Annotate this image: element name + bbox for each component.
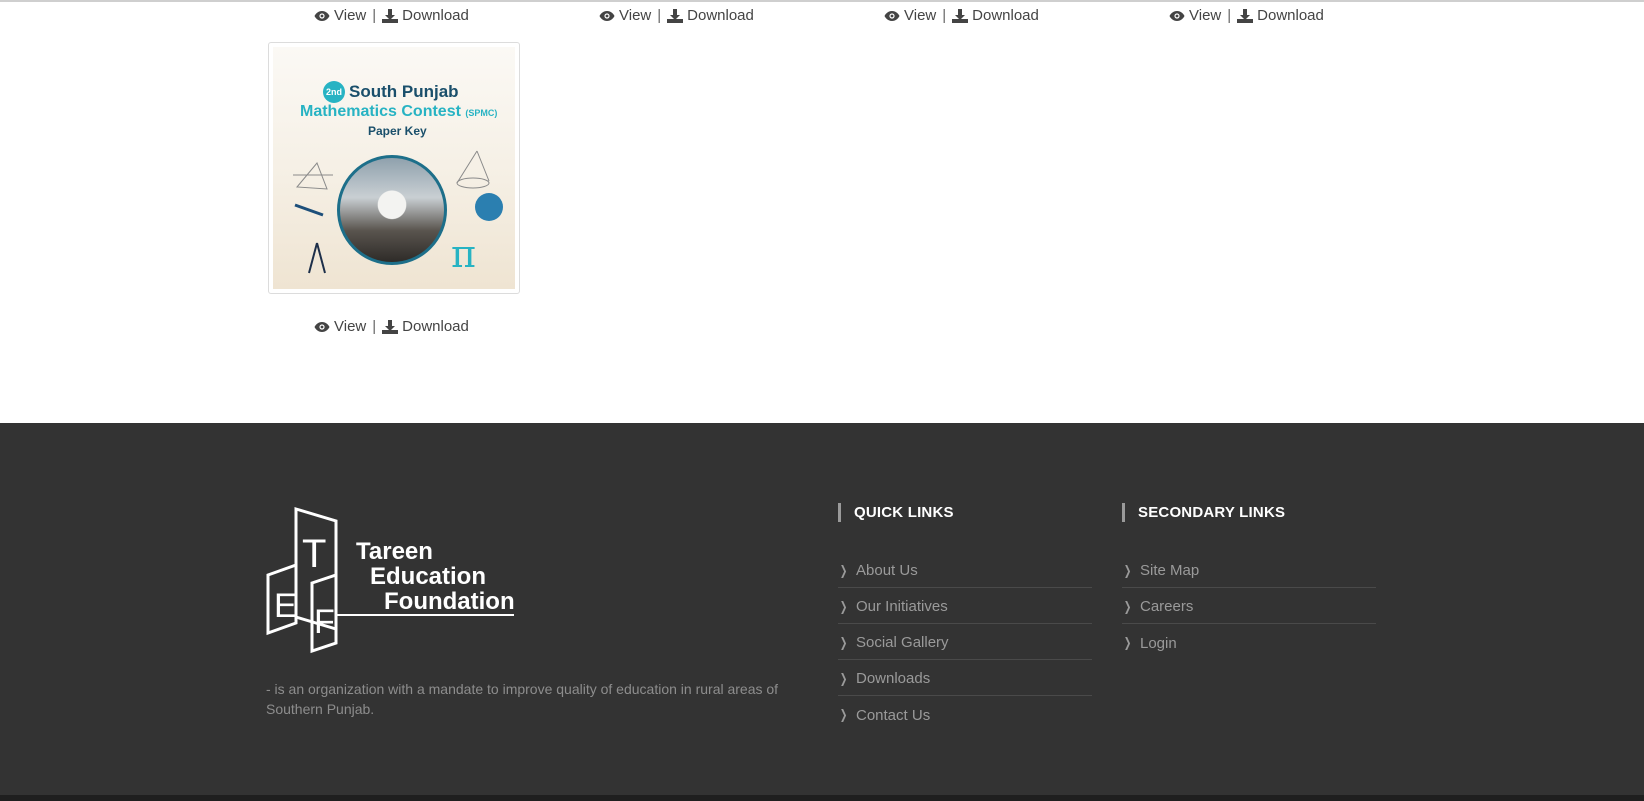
download-icon bbox=[952, 8, 969, 23]
view-link[interactable]: View bbox=[1169, 7, 1221, 24]
footer-tagline: - is an organization with a mandate to i… bbox=[266, 681, 779, 717]
document-cover-image: 2nd South Punjab Mathematics Contest (SP… bbox=[273, 47, 515, 289]
svg-text:E: E bbox=[274, 587, 297, 625]
footer-link-site-map[interactable]: ❯ Site Map bbox=[1122, 552, 1376, 588]
geometry-sketch-icon bbox=[293, 162, 333, 190]
secondary-links-title: SECONDARY LINKS bbox=[1122, 503, 1285, 522]
quick-links-list: ❯ About Us ❯ Our Initiatives ❯ Social Galle… bbox=[838, 552, 1092, 732]
download-link[interactable]: Download bbox=[952, 7, 1039, 24]
footer-link-login[interactable]: ❯ Login bbox=[1122, 624, 1376, 660]
view-link[interactable]: View bbox=[884, 7, 936, 24]
chevron-right-icon: ❯ bbox=[839, 634, 848, 650]
item-actions-2: View | Download bbox=[599, 7, 754, 24]
separator: | bbox=[657, 7, 662, 24]
pi-symbol: π bbox=[451, 232, 476, 276]
view-link[interactable]: View bbox=[314, 318, 366, 335]
footer-link-contact-us[interactable]: ❯ Contact Us bbox=[838, 696, 1092, 732]
download-icon bbox=[667, 8, 684, 23]
svg-text:Education: Education bbox=[370, 563, 486, 590]
eye-icon bbox=[1169, 10, 1185, 21]
cone-icon bbox=[456, 150, 490, 189]
cover-subtitle: Paper Key bbox=[368, 124, 427, 138]
footer-link-social-gallery[interactable]: ❯ Social Gallery bbox=[838, 624, 1092, 660]
chevron-right-icon: ❯ bbox=[839, 707, 848, 722]
view-label: View bbox=[619, 7, 652, 24]
download-label: Download bbox=[972, 7, 1039, 24]
view-link[interactable]: View bbox=[599, 7, 651, 24]
item-actions-4: View | Download bbox=[1169, 7, 1324, 24]
footer-bottom-bar bbox=[0, 795, 1644, 801]
download-link[interactable]: Download bbox=[382, 7, 469, 24]
document-thumbnail[interactable]: 2nd South Punjab Mathematics Contest (SP… bbox=[268, 42, 520, 294]
pencil-icon bbox=[294, 203, 324, 217]
separator: | bbox=[372, 318, 377, 335]
download-link[interactable]: Download bbox=[1237, 7, 1324, 24]
pie-chart-icon bbox=[475, 193, 503, 221]
download-link[interactable]: Download bbox=[382, 318, 469, 335]
eye-icon bbox=[599, 10, 615, 21]
download-label: Download bbox=[402, 318, 469, 335]
chevron-right-icon: ❯ bbox=[1123, 562, 1132, 578]
view-link[interactable]: View bbox=[314, 7, 366, 24]
top-divider bbox=[0, 0, 1644, 2]
download-link[interactable]: Download bbox=[667, 7, 754, 24]
edition-badge: 2nd bbox=[323, 81, 345, 103]
foundation-logo: E T F Tareen Education Foundation bbox=[266, 506, 515, 654]
svg-text:T: T bbox=[302, 532, 326, 576]
cover-title-line1: South Punjab bbox=[349, 82, 459, 101]
separator: | bbox=[942, 7, 947, 24]
item-actions-5: View | Download bbox=[314, 318, 469, 335]
cover-title-line2: Mathematics Contest (SPMC) bbox=[300, 103, 498, 120]
students-photo bbox=[337, 155, 447, 265]
eye-icon bbox=[314, 10, 330, 21]
download-label: Download bbox=[402, 7, 469, 24]
secondary-links-list: ❯ Site Map ❯ Careers ❯ Login bbox=[1122, 552, 1376, 660]
chevron-right-icon: ❯ bbox=[839, 670, 848, 686]
download-label: Download bbox=[1257, 7, 1324, 24]
separator: | bbox=[372, 7, 377, 24]
download-icon bbox=[382, 319, 399, 334]
view-label: View bbox=[334, 318, 367, 335]
separator: | bbox=[1227, 7, 1232, 24]
eye-icon bbox=[314, 321, 330, 332]
view-label: View bbox=[1189, 7, 1222, 24]
footer-link-our-initiatives[interactable]: ❯ Our Initiatives bbox=[838, 588, 1092, 624]
downloads-section: View | Download View | Download View | D… bbox=[0, 0, 1644, 423]
view-label: View bbox=[904, 7, 937, 24]
chevron-right-icon: ❯ bbox=[839, 562, 848, 578]
svg-text:Tareen: Tareen bbox=[356, 538, 433, 565]
download-icon bbox=[1237, 8, 1254, 23]
eye-icon bbox=[884, 10, 900, 21]
quick-links-title: QUICK LINKS bbox=[838, 503, 954, 522]
footer-link-careers[interactable]: ❯ Careers bbox=[1122, 588, 1376, 624]
download-icon bbox=[382, 8, 399, 23]
chevron-right-icon: ❯ bbox=[839, 598, 848, 614]
item-actions-3: View | Download bbox=[884, 7, 1039, 24]
download-label: Download bbox=[687, 7, 754, 24]
view-label: View bbox=[334, 7, 367, 24]
chevron-right-icon: ❯ bbox=[1123, 598, 1132, 614]
footer-link-about-us[interactable]: ❯ About Us bbox=[838, 552, 1092, 588]
svg-text:F: F bbox=[314, 603, 335, 641]
svg-text:Foundation: Foundation bbox=[384, 588, 515, 615]
footer-link-downloads[interactable]: ❯ Downloads bbox=[838, 660, 1092, 696]
item-actions-1: View | Download bbox=[314, 7, 469, 24]
chevron-right-icon: ❯ bbox=[1123, 635, 1132, 650]
compass-icon bbox=[308, 242, 326, 274]
site-footer: E T F Tareen Education Foundation - is a… bbox=[0, 423, 1644, 801]
